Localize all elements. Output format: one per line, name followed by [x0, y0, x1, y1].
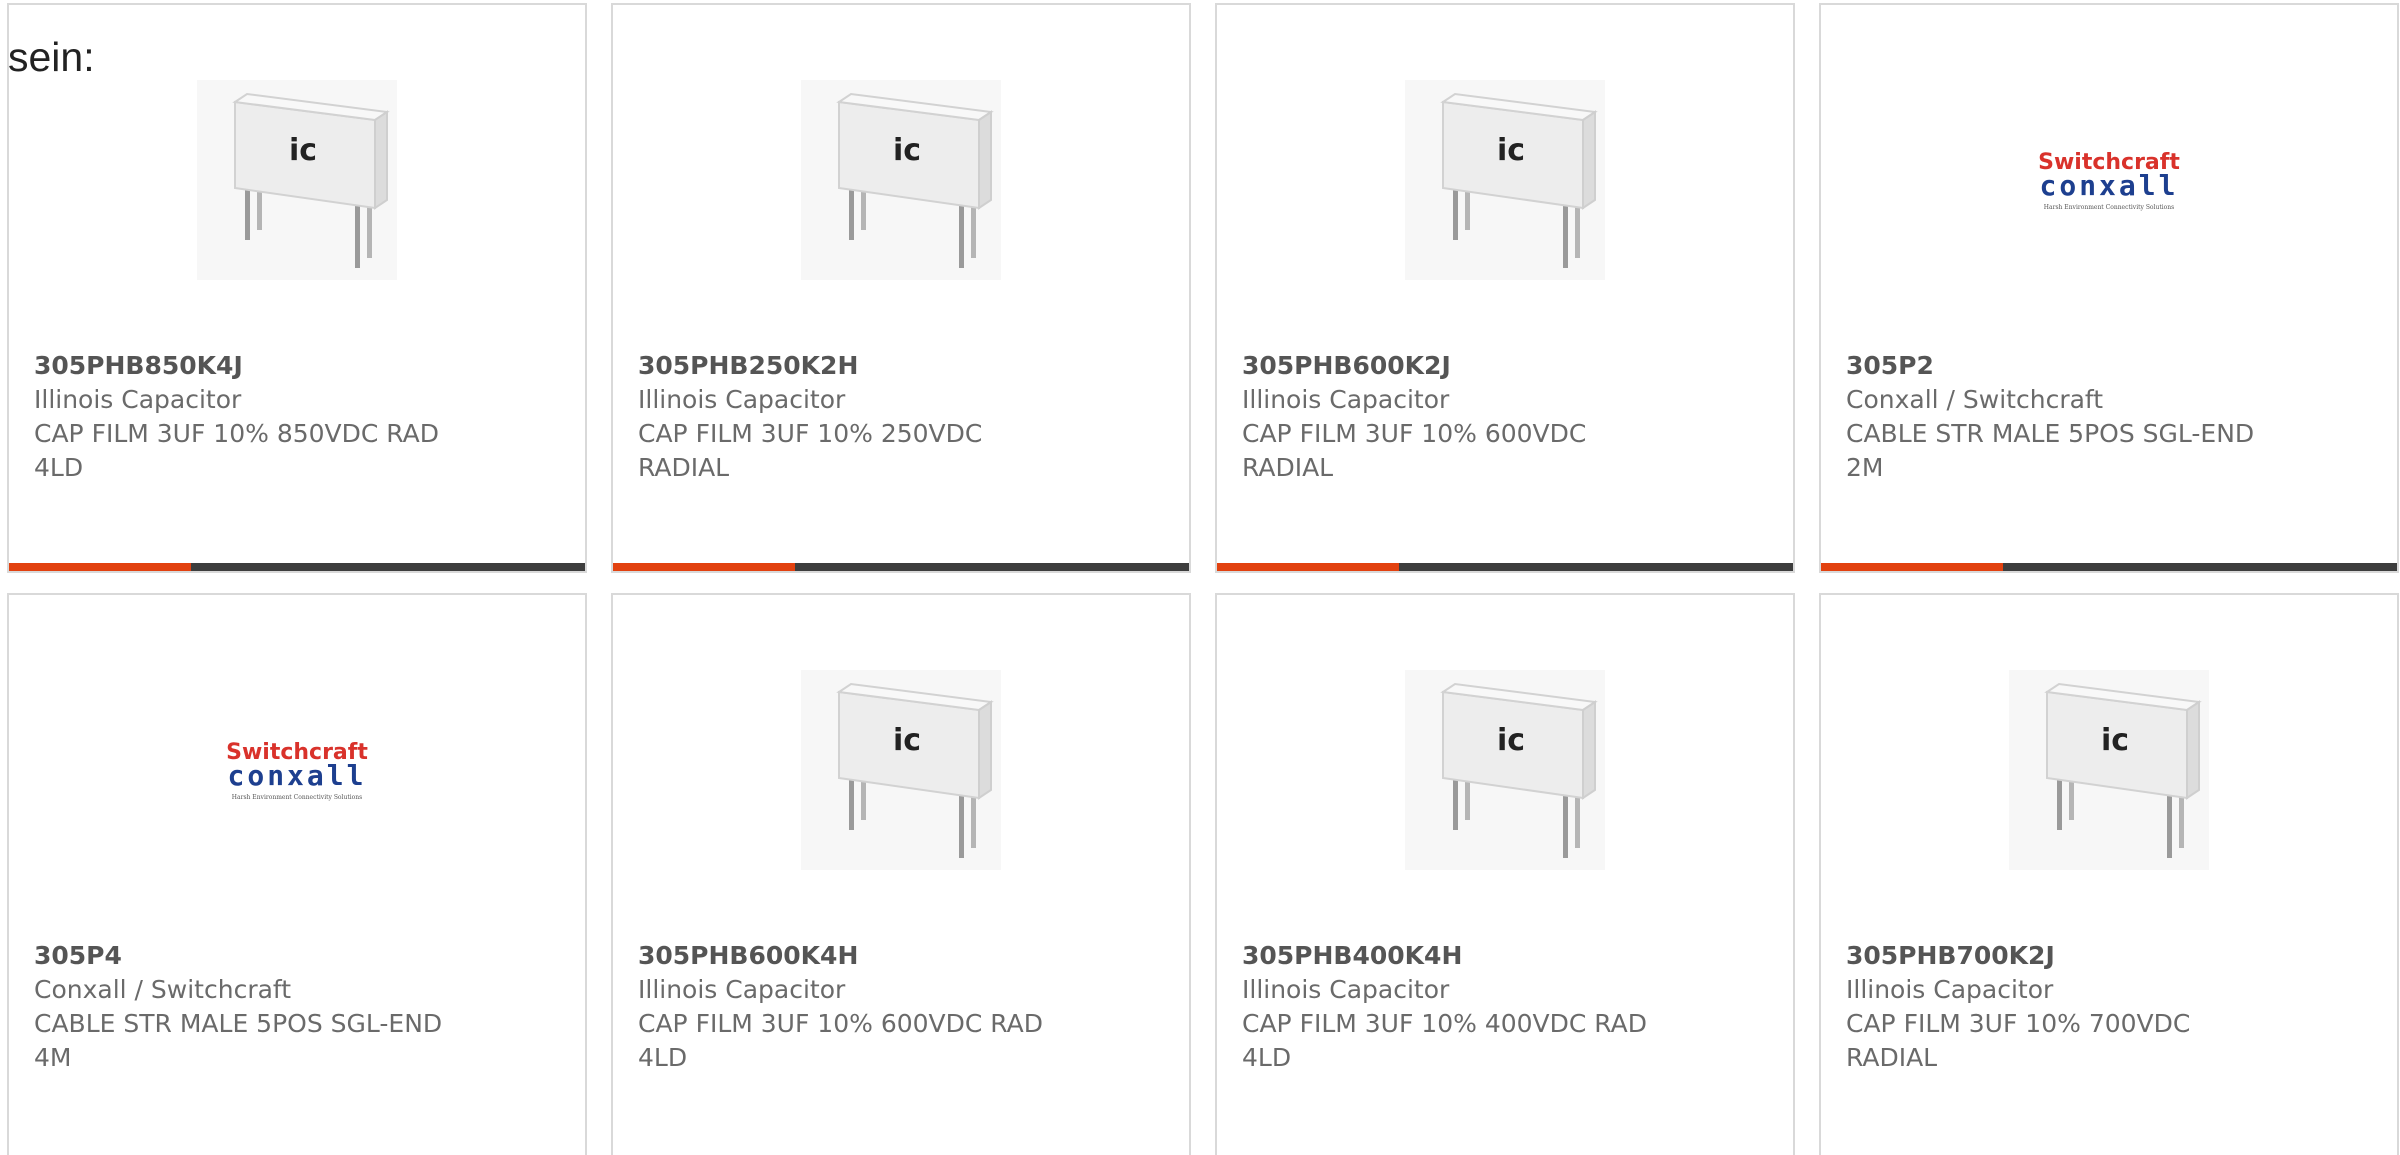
capacitor-image: ic: [1405, 670, 1605, 870]
switchcraft-conxall-logo: Switchcraft conxall Harsh Environment Co…: [226, 740, 368, 801]
card-bottom-bar: [613, 563, 1189, 571]
card-bottom-bar: [9, 563, 585, 571]
intro-text: sein:: [8, 34, 95, 80]
capacitor-image: ic: [197, 80, 397, 280]
product-card[interactable]: ic 305PHB600K4H Illinois Capacitor CAP FIL…: [611, 593, 1191, 1155]
product-info: 305PHB400K4H Illinois Capacitor CAP FILM 3…: [1242, 939, 1712, 1075]
product-part-number[interactable]: 305P4: [34, 939, 504, 973]
capacitor-image: ic: [801, 80, 1001, 280]
product-manufacturer: Conxall / Switchcraft: [34, 975, 292, 1004]
logo-conxall-text: conxall: [2039, 169, 2178, 202]
product-description-line1: CAP FILM 3UF 10% 850VDC RAD: [34, 419, 440, 448]
switchcraft-conxall-logo: Switchcraft conxall Harsh Environment Co…: [2038, 150, 2180, 211]
product-manufacturer: Illinois Capacitor: [34, 385, 242, 414]
svg-text:ic: ic: [893, 723, 921, 758]
product-card[interactable]: Switchcraft conxall Harsh Environment Co…: [1819, 3, 2399, 573]
product-card[interactable]: ic 305PHB250K2H Illinois Capacitor CAP FIL…: [611, 3, 1191, 573]
product-manufacturer: Illinois Capacitor: [1242, 975, 1450, 1004]
product-part-number[interactable]: 305PHB250K2H: [638, 349, 1108, 383]
product-description-line1: CAP FILM 3UF 10% 250VDC: [638, 419, 983, 448]
product-thumbnail[interactable]: ic: [1217, 75, 1793, 285]
product-description-line2: 4LD: [638, 1043, 688, 1072]
logo-conxall-text: conxall: [227, 759, 366, 792]
card-accent-bar: [1217, 563, 1399, 571]
product-thumbnail[interactable]: Switchcraft conxall Harsh Environment Co…: [1821, 75, 2397, 285]
product-part-number[interactable]: 305PHB850K4J: [34, 349, 504, 383]
product-info: 305PHB600K4H Illinois Capacitor CAP FILM 3…: [638, 939, 1108, 1075]
product-description-line1: CABLE STR MALE 5POS SGL-END: [1846, 419, 2255, 448]
svg-text:ic: ic: [1497, 133, 1525, 168]
product-part-number[interactable]: 305PHB400K4H: [1242, 939, 1712, 973]
product-card[interactable]: ic 305PHB600K2J Illinois Capacitor CAP FIL…: [1215, 3, 1795, 573]
product-part-number[interactable]: 305PHB600K2J: [1242, 349, 1712, 383]
product-info: 305PHB600K2J Illinois Capacitor CAP FILM 3…: [1242, 349, 1712, 485]
product-description-line2: 4LD: [34, 453, 84, 482]
capacitor-image: ic: [801, 670, 1001, 870]
product-description-line2: RADIAL: [1242, 453, 1334, 482]
product-info: 305P4 Conxall / Switchcraft CABLE STR MALE…: [34, 939, 504, 1075]
card-accent-bar: [1821, 563, 2003, 571]
product-grid-page: ic 305PHB850K4J Illinois Capacitor CAP FIL…: [0, 0, 2400, 1155]
product-thumbnail[interactable]: ic: [9, 75, 585, 285]
product-description-line1: CAP FILM 3UF 10% 700VDC: [1846, 1009, 2191, 1038]
product-thumbnail[interactable]: ic: [1217, 665, 1793, 875]
product-manufacturer: Illinois Capacitor: [1242, 385, 1450, 414]
product-grid: ic 305PHB850K4J Illinois Capacitor CAP FIL…: [0, 0, 2400, 1155]
product-description-line1: CAP FILM 3UF 10% 600VDC RAD: [638, 1009, 1044, 1038]
product-thumbnail[interactable]: ic: [613, 665, 1189, 875]
product-description-line2: RADIAL: [638, 453, 730, 482]
svg-text:ic: ic: [289, 133, 317, 168]
capacitor-image: ic: [2009, 670, 2209, 870]
product-info: 305P2 Conxall / Switchcraft CABLE STR MALE…: [1846, 349, 2316, 485]
product-description-line1: CAP FILM 3UF 10% 400VDC RAD: [1242, 1009, 1648, 1038]
logo-tagline-text: Harsh Environment Connectivity Solutions: [232, 794, 362, 801]
card-accent-bar: [9, 563, 191, 571]
product-card[interactable]: Switchcraft conxall Harsh Environment Co…: [7, 593, 587, 1155]
product-thumbnail[interactable]: ic: [1821, 665, 2397, 875]
product-description-line1: CAP FILM 3UF 10% 600VDC: [1242, 419, 1587, 448]
capacitor-image: ic: [1405, 80, 1605, 280]
product-description-line2: RADIAL: [1846, 1043, 1938, 1072]
product-description-line2: 4LD: [1242, 1043, 1292, 1072]
product-description-line2: 4M: [34, 1043, 72, 1072]
card-bottom-bar: [1217, 563, 1793, 571]
product-info: 305PHB850K4J Illinois Capacitor CAP FILM 3…: [34, 349, 504, 485]
card-bottom-bar: [1821, 563, 2397, 571]
product-card[interactable]: ic 305PHB700K2J Illinois Capacitor CAP FIL…: [1819, 593, 2399, 1155]
logo-tagline-text: Harsh Environment Connectivity Solutions: [2044, 204, 2174, 211]
product-manufacturer: Conxall / Switchcraft: [1846, 385, 2104, 414]
svg-text:ic: ic: [1497, 723, 1525, 758]
product-part-number[interactable]: 305PHB600K4H: [638, 939, 1108, 973]
product-manufacturer: Illinois Capacitor: [638, 975, 846, 1004]
product-description-line2: 2M: [1846, 453, 1884, 482]
product-description-line1: CABLE STR MALE 5POS SGL-END: [34, 1009, 443, 1038]
product-manufacturer: Illinois Capacitor: [638, 385, 846, 414]
product-part-number[interactable]: 305PHB700K2J: [1846, 939, 2316, 973]
svg-text:ic: ic: [893, 133, 921, 168]
product-info: 305PHB700K2J Illinois Capacitor CAP FILM 3…: [1846, 939, 2316, 1075]
svg-text:ic: ic: [2101, 723, 2129, 758]
product-manufacturer: Illinois Capacitor: [1846, 975, 2054, 1004]
product-card[interactable]: ic 305PHB850K4J Illinois Capacitor CAP FIL…: [7, 3, 587, 573]
product-info: 305PHB250K2H Illinois Capacitor CAP FILM 3…: [638, 349, 1108, 485]
card-accent-bar: [613, 563, 795, 571]
product-card[interactable]: ic 305PHB400K4H Illinois Capacitor CAP FIL…: [1215, 593, 1795, 1155]
product-thumbnail[interactable]: ic: [613, 75, 1189, 285]
product-part-number[interactable]: 305P2: [1846, 349, 2316, 383]
product-thumbnail[interactable]: Switchcraft conxall Harsh Environment Co…: [9, 665, 585, 875]
